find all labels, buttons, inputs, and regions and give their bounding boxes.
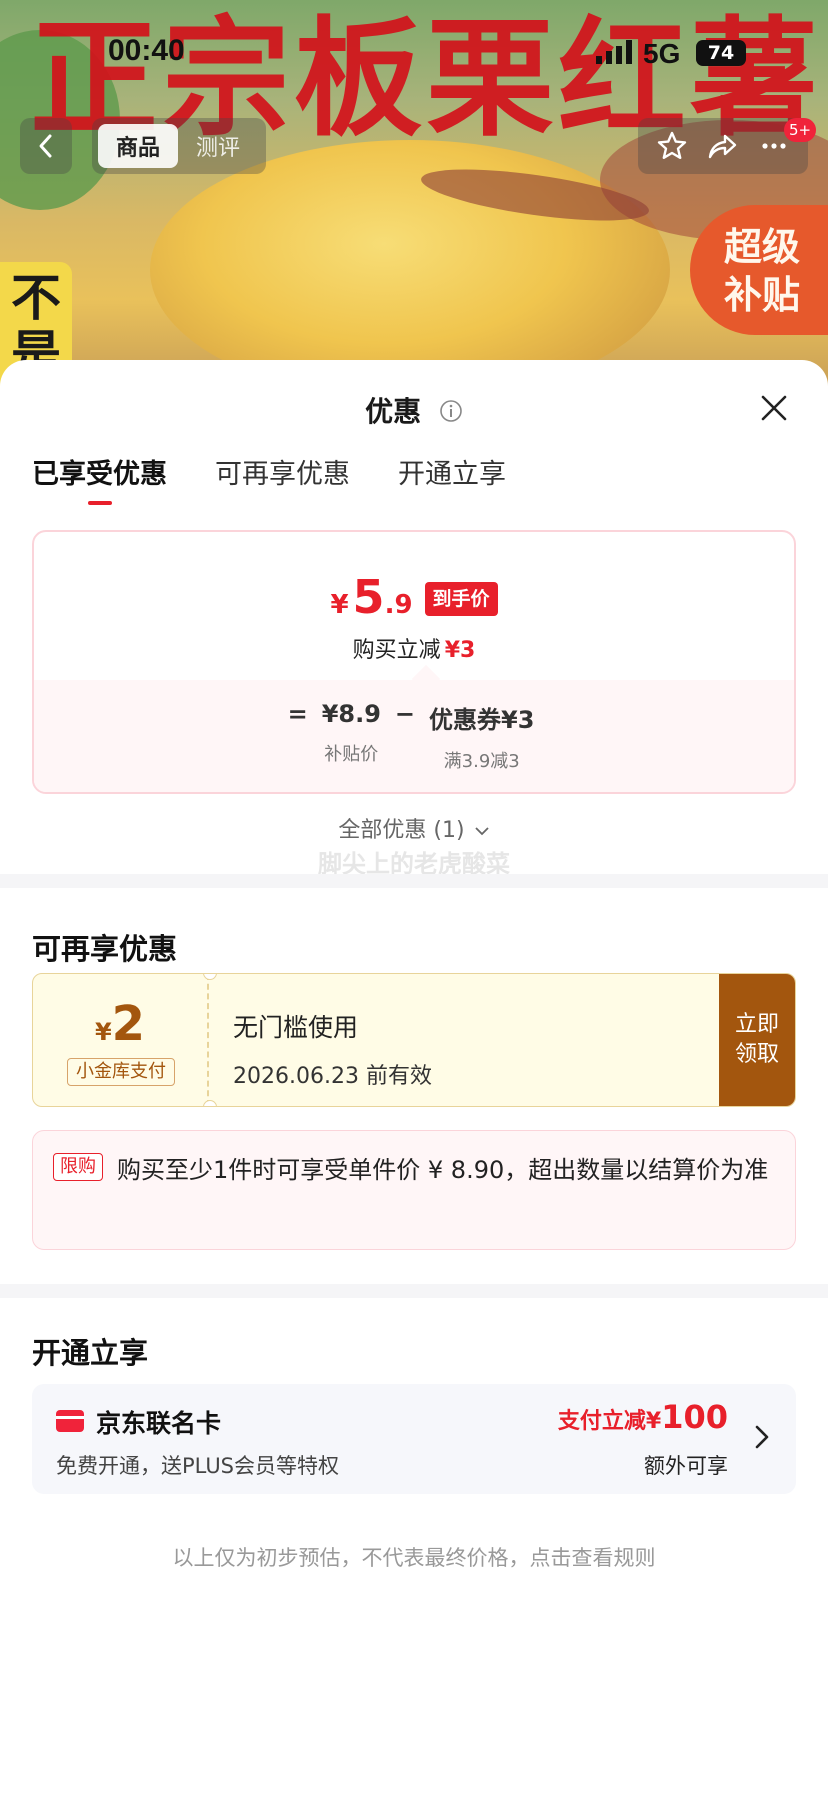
signal-icon — [596, 40, 632, 64]
open-offers-title: 开通立享 — [32, 1336, 149, 1370]
status-time: 00:40 — [108, 34, 185, 67]
tab-open-to-enjoy[interactable]: 开通立享 — [398, 452, 506, 505]
back-button[interactable] — [20, 118, 72, 174]
chevron-left-icon — [39, 134, 52, 158]
price-tag: 到手价 — [424, 582, 498, 616]
all-offers-toggle[interactable]: 全部优惠 (1) — [0, 812, 828, 844]
claim-coupon-button[interactable]: 立即领取 — [719, 974, 795, 1106]
chevron-right-icon — [755, 1425, 769, 1449]
claim-coupon-label: 立即领取 — [734, 1012, 779, 1067]
share-icon[interactable] — [707, 130, 739, 162]
rules-footnote[interactable]: 以上仅为初步预估，不代表最终价格，点击查看规则 — [0, 1542, 828, 1572]
top-actions — [638, 118, 808, 174]
card-pay-amount: 100 — [661, 1398, 728, 1436]
coupon-amount: 2 — [111, 996, 146, 1052]
card-pay-prefix: 支付立减¥ — [557, 1409, 662, 1434]
coupon-discount-label: 满3.9减3 — [443, 751, 520, 772]
info-icon[interactable] — [439, 399, 463, 423]
status-bar: 00:40 5G 74 — [0, 34, 828, 78]
base-price-label: 补贴价 — [324, 744, 379, 765]
tab-more-offers[interactable]: 可再享优惠 — [215, 452, 350, 505]
offer-tabs: 已享受优惠 可再享优惠 开通立享 — [32, 452, 506, 505]
close-button[interactable] — [756, 390, 792, 426]
price-decimal: .9 — [384, 590, 413, 620]
tab-enjoyed-offers[interactable]: 已享受优惠 — [32, 452, 167, 505]
sheet-header: 优惠 — [0, 390, 828, 430]
section-divider — [0, 1284, 828, 1298]
message-badge: 5+ — [784, 118, 817, 142]
reduce-label: 购买立减 — [352, 638, 441, 663]
credit-card-icon — [56, 1410, 84, 1432]
reduce-amount: ¥3 — [444, 638, 476, 663]
coupon-notch-bottom — [203, 1100, 217, 1106]
coupon-card: ¥2 小金库支付 无门槛使用 2026.06.23 前有效 立即领取 — [32, 973, 796, 1107]
card-pay-discount: 支付立减¥ 100 — [558, 1398, 728, 1436]
equals-sign: = — [287, 700, 308, 728]
card-description: 免费开通，送PLUS会员等特权 — [56, 1454, 340, 1478]
more-offers-title: 可再享优惠 — [32, 932, 178, 966]
top-tabs: 商品 测评 — [92, 118, 266, 174]
tab-review[interactable]: 测评 — [178, 124, 258, 168]
price-integer: 5 — [352, 570, 385, 624]
card-name: 京东联名卡 — [96, 1409, 222, 1438]
price-card: ¥ 5 .9 到手价 购买立减 ¥3 = ¥8.9 补贴价 − 优惠券¥3 满3… — [32, 530, 796, 794]
all-offers-label: 全部优惠 (1) — [338, 818, 465, 843]
limit-tag: 限购 — [53, 1153, 103, 1181]
network-type: 5G — [643, 38, 681, 69]
chevron-down-icon — [474, 827, 489, 836]
coupon-valid-date: 2026.06.23 前有效 — [233, 1064, 432, 1089]
star-icon[interactable] — [656, 130, 688, 162]
coupon-condition: 无门槛使用 — [233, 1013, 359, 1042]
coupon-value: ¥2 — [33, 996, 207, 1052]
offers-sheet: 优惠 已享受优惠 可再享优惠 开通立享 ¥ 5 .9 到手价 购买立减 ¥3 =… — [0, 360, 828, 1795]
tab-product[interactable]: 商品 — [98, 124, 178, 168]
card-extra: 额外可享 — [644, 1454, 728, 1478]
final-price: ¥ 5 .9 — [330, 570, 412, 624]
co-branded-card-row[interactable]: 京东联名卡 免费开通，送PLUS会员等特权 支付立减¥ 100 额外可享 — [32, 1384, 796, 1494]
coupon-discount: 优惠券¥3 — [429, 706, 535, 734]
sheet-title: 优惠 — [365, 395, 422, 428]
coupon-currency: ¥ — [94, 1018, 112, 1046]
limit-text: 购买至少1件时可享受单件价 ¥ 8.90，超出数量以结算价为准 — [117, 1156, 769, 1184]
minus-sign: − — [394, 700, 416, 728]
purchase-limit-notice: 限购 购买至少1件时可享受单件价 ¥ 8.90，超出数量以结算价为准 — [32, 1130, 796, 1250]
close-icon — [761, 395, 787, 421]
price-formula: = ¥8.9 补贴价 − 优惠券¥3 满3.9减3 — [34, 680, 794, 792]
coupon-type-label: 小金库支付 — [67, 1058, 175, 1086]
price-currency: ¥ — [330, 590, 349, 620]
product-image-badge: 超级补贴 — [690, 205, 828, 335]
reduce-line: 购买立减 ¥3 — [34, 632, 794, 664]
base-price: ¥8.9 — [321, 700, 381, 728]
section-divider — [0, 874, 828, 888]
battery-icon: 74 — [696, 40, 746, 66]
